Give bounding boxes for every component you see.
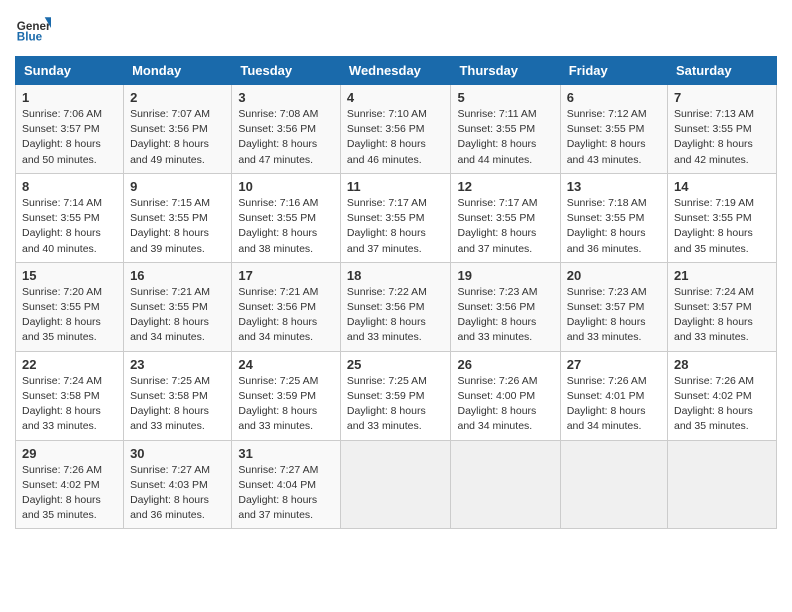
column-header-sunday: Sunday — [16, 57, 124, 85]
column-header-wednesday: Wednesday — [340, 57, 451, 85]
calendar-cell: 17Sunrise: 7:21 AMSunset: 3:56 PMDayligh… — [232, 262, 341, 351]
calendar-cell: 31Sunrise: 7:27 AMSunset: 4:04 PMDayligh… — [232, 440, 341, 529]
calendar-cell: 11Sunrise: 7:17 AMSunset: 3:55 PMDayligh… — [340, 173, 451, 262]
calendar-table: SundayMondayTuesdayWednesdayThursdayFrid… — [15, 56, 777, 529]
calendar-cell: 21Sunrise: 7:24 AMSunset: 3:57 PMDayligh… — [668, 262, 777, 351]
column-header-saturday: Saturday — [668, 57, 777, 85]
calendar-cell: 18Sunrise: 7:22 AMSunset: 3:56 PMDayligh… — [340, 262, 451, 351]
calendar-cell: 26Sunrise: 7:26 AMSunset: 4:00 PMDayligh… — [451, 351, 560, 440]
calendar-cell: 2Sunrise: 7:07 AMSunset: 3:56 PMDaylight… — [124, 85, 232, 174]
page-header: General Blue — [15, 10, 777, 46]
calendar-cell: 27Sunrise: 7:26 AMSunset: 4:01 PMDayligh… — [560, 351, 667, 440]
calendar-header-row: SundayMondayTuesdayWednesdayThursdayFrid… — [16, 57, 777, 85]
calendar-row-4: 22Sunrise: 7:24 AMSunset: 3:58 PMDayligh… — [16, 351, 777, 440]
calendar-cell: 23Sunrise: 7:25 AMSunset: 3:58 PMDayligh… — [124, 351, 232, 440]
calendar-cell: 1Sunrise: 7:06 AMSunset: 3:57 PMDaylight… — [16, 85, 124, 174]
logo: General Blue — [15, 10, 51, 46]
calendar-cell — [340, 440, 451, 529]
calendar-cell: 19Sunrise: 7:23 AMSunset: 3:56 PMDayligh… — [451, 262, 560, 351]
column-header-thursday: Thursday — [451, 57, 560, 85]
calendar-cell: 12Sunrise: 7:17 AMSunset: 3:55 PMDayligh… — [451, 173, 560, 262]
calendar-cell: 16Sunrise: 7:21 AMSunset: 3:55 PMDayligh… — [124, 262, 232, 351]
calendar-cell: 20Sunrise: 7:23 AMSunset: 3:57 PMDayligh… — [560, 262, 667, 351]
calendar-row-3: 15Sunrise: 7:20 AMSunset: 3:55 PMDayligh… — [16, 262, 777, 351]
calendar-row-5: 29Sunrise: 7:26 AMSunset: 4:02 PMDayligh… — [16, 440, 777, 529]
calendar-cell: 4Sunrise: 7:10 AMSunset: 3:56 PMDaylight… — [340, 85, 451, 174]
calendar-cell: 25Sunrise: 7:25 AMSunset: 3:59 PMDayligh… — [340, 351, 451, 440]
calendar-cell: 10Sunrise: 7:16 AMSunset: 3:55 PMDayligh… — [232, 173, 341, 262]
column-header-tuesday: Tuesday — [232, 57, 341, 85]
calendar-cell: 14Sunrise: 7:19 AMSunset: 3:55 PMDayligh… — [668, 173, 777, 262]
calendar-cell: 13Sunrise: 7:18 AMSunset: 3:55 PMDayligh… — [560, 173, 667, 262]
calendar-cell: 9Sunrise: 7:15 AMSunset: 3:55 PMDaylight… — [124, 173, 232, 262]
logo-icon: General Blue — [15, 10, 51, 46]
calendar-cell — [668, 440, 777, 529]
calendar-cell: 3Sunrise: 7:08 AMSunset: 3:56 PMDaylight… — [232, 85, 341, 174]
calendar-cell: 28Sunrise: 7:26 AMSunset: 4:02 PMDayligh… — [668, 351, 777, 440]
calendar-cell: 30Sunrise: 7:27 AMSunset: 4:03 PMDayligh… — [124, 440, 232, 529]
calendar-cell: 22Sunrise: 7:24 AMSunset: 3:58 PMDayligh… — [16, 351, 124, 440]
calendar-cell: 6Sunrise: 7:12 AMSunset: 3:55 PMDaylight… — [560, 85, 667, 174]
calendar-cell — [451, 440, 560, 529]
calendar-cell: 8Sunrise: 7:14 AMSunset: 3:55 PMDaylight… — [16, 173, 124, 262]
column-header-monday: Monday — [124, 57, 232, 85]
calendar-cell: 24Sunrise: 7:25 AMSunset: 3:59 PMDayligh… — [232, 351, 341, 440]
calendar-cell: 5Sunrise: 7:11 AMSunset: 3:55 PMDaylight… — [451, 85, 560, 174]
calendar-cell: 7Sunrise: 7:13 AMSunset: 3:55 PMDaylight… — [668, 85, 777, 174]
calendar-row-2: 8Sunrise: 7:14 AMSunset: 3:55 PMDaylight… — [16, 173, 777, 262]
calendar-row-1: 1Sunrise: 7:06 AMSunset: 3:57 PMDaylight… — [16, 85, 777, 174]
svg-text:Blue: Blue — [17, 31, 43, 44]
calendar-cell: 15Sunrise: 7:20 AMSunset: 3:55 PMDayligh… — [16, 262, 124, 351]
calendar-cell — [560, 440, 667, 529]
column-header-friday: Friday — [560, 57, 667, 85]
calendar-cell: 29Sunrise: 7:26 AMSunset: 4:02 PMDayligh… — [16, 440, 124, 529]
